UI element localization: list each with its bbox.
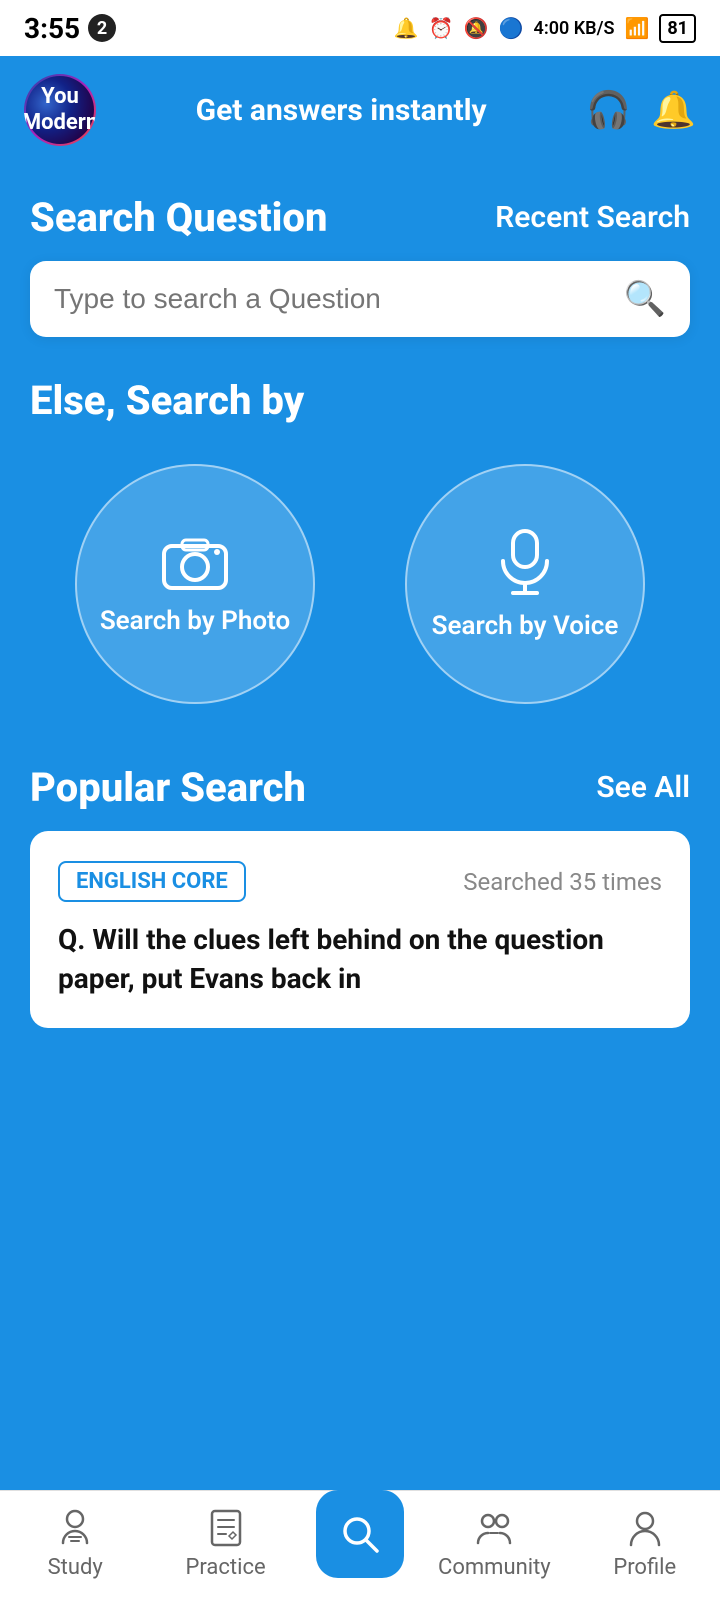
header-title: Get answers instantly <box>112 93 570 128</box>
search-section-header: Search Question Recent Search <box>30 194 690 241</box>
search-center-icon <box>337 1511 383 1557</box>
silent-icon: 🔕 <box>464 16 489 40</box>
search-bar-container[interactable]: 🔍 <box>30 261 690 337</box>
search-by-voice-button[interactable]: Search by Voice <box>405 464 645 704</box>
alarm-icon: 🔔 <box>394 16 419 40</box>
card-subject-tag: ENGLISH CORE <box>58 861 246 902</box>
card-top: ENGLISH CORE Searched 35 times <box>58 861 662 902</box>
clock-icon: ⏰ <box>429 16 454 40</box>
nav-study[interactable]: Study <box>15 1507 135 1580</box>
search-voice-label: Search by Voice <box>432 611 619 641</box>
popular-search-title: Popular Search <box>30 764 306 811</box>
nav-study-label: Study <box>48 1555 103 1580</box>
notification-badge: 2 <box>88 14 116 42</box>
nav-profile-label: Profile <box>613 1555 676 1580</box>
practice-icon <box>206 1507 246 1547</box>
signal-icon: 📶 <box>624 16 649 40</box>
bell-icon[interactable]: 🔔 <box>651 89 696 131</box>
search-input[interactable] <box>54 283 624 315</box>
recent-search-link[interactable]: Recent Search <box>495 200 690 235</box>
nav-search-center-button[interactable] <box>316 1490 404 1578</box>
community-icon <box>474 1507 514 1547</box>
status-bar-right: 🔔 ⏰ 🔕 🔵 4:00 KB/S 📶 81 <box>394 14 696 43</box>
camera-icon <box>160 532 230 592</box>
bluetooth-icon: 🔵 <box>499 16 524 40</box>
popular-search-card[interactable]: ENGLISH CORE Searched 35 times Q. Will t… <box>30 831 690 1028</box>
search-icon: 🔍 <box>624 279 666 319</box>
status-bar-left: 3:55 2 <box>24 12 116 45</box>
network-info: 4:00 KB/S <box>534 18 615 39</box>
see-all-link[interactable]: See All <box>596 770 690 805</box>
nav-practice[interactable]: Practice <box>166 1507 286 1580</box>
battery-icon: 81 <box>659 14 696 43</box>
microphone-icon <box>495 527 555 597</box>
else-search-title: Else, Search by <box>30 377 690 424</box>
search-options: Search by Photo Search by Voice <box>30 464 690 704</box>
card-search-count: Searched 35 times <box>463 868 662 896</box>
profile-icon <box>625 1507 665 1547</box>
app-logo-inner: YouModern <box>26 76 94 144</box>
search-photo-label: Search by Photo <box>100 606 290 636</box>
header-icons: 🎧 🔔 <box>586 89 696 131</box>
bottom-navigation: Study Practice Community <box>0 1490 720 1600</box>
study-icon <box>55 1507 95 1547</box>
search-by-photo-button[interactable]: Search by Photo <box>75 464 315 704</box>
main-content: Search Question Recent Search 🔍 Else, Se… <box>0 164 720 1188</box>
headset-icon[interactable]: 🎧 <box>586 89 631 131</box>
nav-community-label: Community <box>438 1555 551 1580</box>
popular-search-header: Popular Search See All <box>30 764 690 811</box>
app-header: YouModern Get answers instantly 🎧 🔔 <box>0 56 720 164</box>
nav-profile[interactable]: Profile <box>585 1507 705 1580</box>
status-time: 3:55 <box>24 12 80 45</box>
nav-community[interactable]: Community <box>434 1507 554 1580</box>
search-section-title: Search Question <box>30 194 327 241</box>
status-bar: 3:55 2 🔔 ⏰ 🔕 🔵 4:00 KB/S 📶 81 <box>0 0 720 56</box>
card-question-text: Q. Will the clues left behind on the que… <box>58 920 662 998</box>
nav-practice-label: Practice <box>186 1555 266 1580</box>
app-logo: YouModern <box>24 74 96 146</box>
